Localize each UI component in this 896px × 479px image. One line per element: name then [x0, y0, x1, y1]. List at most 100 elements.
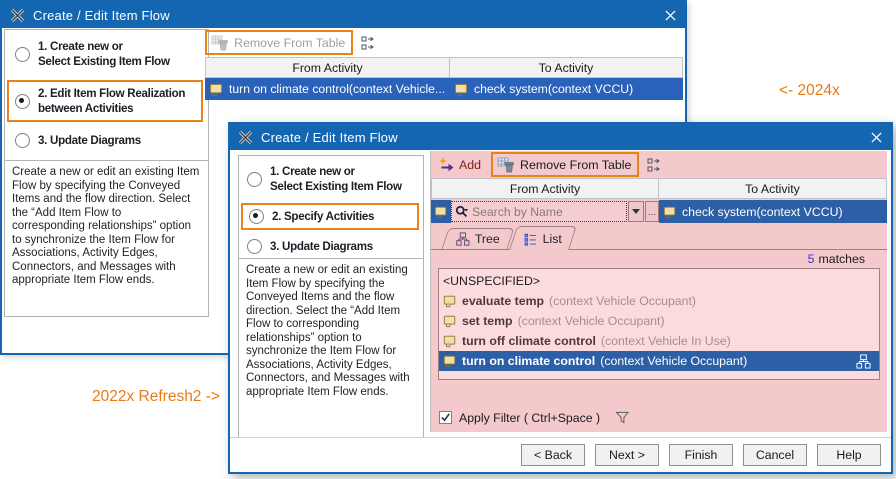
remove-from-table-label: Remove From Table: [234, 36, 345, 50]
back-description: Create a new or edit an existing Item Fl…: [4, 160, 209, 317]
apply-filter-checkbox[interactable]: [439, 411, 452, 424]
front-remove-from-table-button[interactable]: Remove From Table: [491, 152, 639, 177]
front-from-activity-header: From Activity: [431, 178, 659, 199]
activity-icon: [443, 354, 457, 368]
finish-button[interactable]: Finish: [669, 444, 733, 466]
activity-icon: [443, 314, 457, 328]
front-table-header: From Activity To Activity: [431, 178, 887, 200]
tab-tree-label: Tree: [475, 232, 500, 246]
version-annotation-2022x: 2022x Refresh2 ->: [92, 388, 220, 406]
activity-icon: [443, 294, 457, 308]
radio-icon[interactable]: [15, 47, 30, 62]
ellipsis-icon: …: [648, 207, 657, 217]
screenshot-stage: Create / Edit Item Flow 1. Create new or…: [0, 0, 896, 479]
activity-icon: [663, 205, 677, 219]
search-dropdown-button[interactable]: [628, 201, 644, 222]
columns-settings-icon[interactable]: [646, 157, 662, 173]
front-options-box: 1. Create new or Select Existing Item Fl…: [238, 155, 424, 259]
activity-list: <UNSPECIFIED> evaluate temp(context Vehi…: [438, 268, 880, 380]
remove-from-table-label: Remove From Table: [520, 158, 631, 172]
add-label: Add: [459, 158, 481, 172]
back-button[interactable]: < Back: [521, 444, 585, 466]
list-item[interactable]: <UNSPECIFIED>: [439, 271, 879, 291]
front-activity-panel: Add Remove From Table From Activity To A…: [430, 151, 887, 432]
search-more-button[interactable]: …: [645, 201, 659, 222]
add-icon: [439, 157, 455, 173]
back-options-box: 1. Create new or Select Existing Item Fl…: [4, 29, 209, 161]
apply-filter-row: Apply Filter ( Ctrl+Space ): [431, 410, 887, 425]
tab-tree[interactable]: Tree: [442, 228, 515, 249]
front-close-icon[interactable]: [861, 124, 891, 150]
checkmark-icon: [440, 412, 451, 423]
version-annotation-2024x: <- 2024x: [779, 82, 840, 100]
remove-from-table-icon: [211, 35, 229, 51]
matches-status: 5 matches: [431, 250, 887, 268]
back-to-activity-value: check system(context VCCU): [474, 82, 633, 96]
radio-icon[interactable]: [15, 133, 30, 148]
tree-icon: [456, 232, 470, 246]
list-item[interactable]: turn off climate control(context Vehicle…: [439, 331, 879, 351]
back-option-3[interactable]: 3. Update Diagrams: [15, 133, 141, 148]
search-icon: [455, 205, 469, 219]
view-tabs: Tree List: [431, 223, 887, 250]
filter-icon[interactable]: [615, 410, 630, 425]
matches-count: 5: [808, 252, 815, 266]
front-to-activity-header: To Activity: [658, 178, 887, 199]
help-button[interactable]: Help: [817, 444, 881, 466]
list-item-selected[interactable]: turn on climate control(context Vehicle …: [439, 351, 879, 371]
list-item[interactable]: set temp(context Vehicle Occupant): [439, 311, 879, 331]
add-button[interactable]: Add: [435, 157, 485, 173]
from-activity-cell: Search by Name …: [431, 200, 659, 223]
back-option-1-label: 1. Create new or Select Existing Item Fl…: [38, 39, 170, 69]
back-option-2[interactable]: 2. Edit Item Flow Realization between Ac…: [15, 86, 201, 116]
front-description: Create a new or edit an existing Item Fl…: [238, 258, 424, 441]
app-logo-icon: [10, 8, 25, 23]
back-from-activity-value: turn on climate control(context Vehicle.…: [229, 82, 445, 96]
tree-icon: [856, 354, 871, 369]
front-dialog-window: Create / Edit Item Flow 1. Create new or…: [228, 122, 893, 474]
next-button[interactable]: Next >: [595, 444, 659, 466]
front-option-2-highlight: 2. Specify Activities: [241, 203, 419, 230]
from-activity-cell-icon: [431, 200, 451, 223]
front-search-row: Search by Name … check system(context VC…: [431, 200, 887, 223]
matches-suffix: matches: [819, 252, 865, 266]
front-option-1[interactable]: 1. Create new or Select Existing Item Fl…: [247, 164, 402, 194]
back-option-3-label: 3. Update Diagrams: [38, 133, 141, 148]
radio-icon[interactable]: [247, 239, 262, 254]
front-option-3[interactable]: 3. Update Diagrams: [247, 239, 373, 254]
radio-icon[interactable]: [15, 94, 30, 109]
search-placeholder: Search by Name: [472, 205, 563, 219]
to-activity-selected-cell[interactable]: check system(context VCCU): [659, 200, 887, 223]
apply-filter-label: Apply Filter ( Ctrl+Space ): [459, 411, 600, 425]
radio-icon[interactable]: [249, 209, 264, 224]
cancel-button[interactable]: Cancel: [743, 444, 807, 466]
remove-from-table-icon: [497, 157, 515, 173]
back-to-activity-header: To Activity: [449, 57, 683, 78]
front-option-2[interactable]: 2. Specify Activities: [249, 209, 417, 224]
activity-icon: [454, 82, 469, 97]
front-dialog-title: Create / Edit Item Flow: [261, 130, 398, 145]
front-toolbar: Add Remove From Table: [431, 151, 887, 178]
back-close-icon[interactable]: [655, 2, 685, 28]
chevron-down-icon: [632, 209, 640, 214]
back-option-2-highlight: 2. Edit Item Flow Realization between Ac…: [7, 80, 203, 122]
columns-settings-icon[interactable]: [360, 35, 376, 51]
back-toolbar: Remove From Table: [205, 30, 376, 55]
to-activity-value: check system(context VCCU): [682, 205, 843, 219]
back-remove-from-table-button[interactable]: Remove From Table: [205, 30, 353, 55]
search-input[interactable]: Search by Name: [451, 201, 627, 222]
back-dialog-title: Create / Edit Item Flow: [33, 8, 170, 23]
tab-list[interactable]: List: [509, 226, 577, 250]
back-dialog-titlebar: Create / Edit Item Flow: [2, 2, 685, 28]
back-left-panel: 1. Create new or Select Existing Item Fl…: [4, 29, 209, 317]
activity-icon: [434, 205, 448, 219]
front-left-panel: 1. Create new or Select Existing Item Fl…: [238, 155, 424, 441]
radio-icon[interactable]: [247, 172, 262, 187]
back-option-1[interactable]: 1. Create new or Select Existing Item Fl…: [15, 39, 170, 69]
back-table-row[interactable]: turn on climate control(context Vehicle.…: [205, 78, 683, 100]
list-item[interactable]: evaluate temp(context Vehicle Occupant): [439, 291, 879, 311]
front-dialog-titlebar: Create / Edit Item Flow: [230, 124, 891, 150]
activity-icon: [209, 82, 224, 97]
activity-icon: [443, 334, 457, 348]
back-table: From Activity To Activity turn on climat…: [205, 57, 683, 100]
